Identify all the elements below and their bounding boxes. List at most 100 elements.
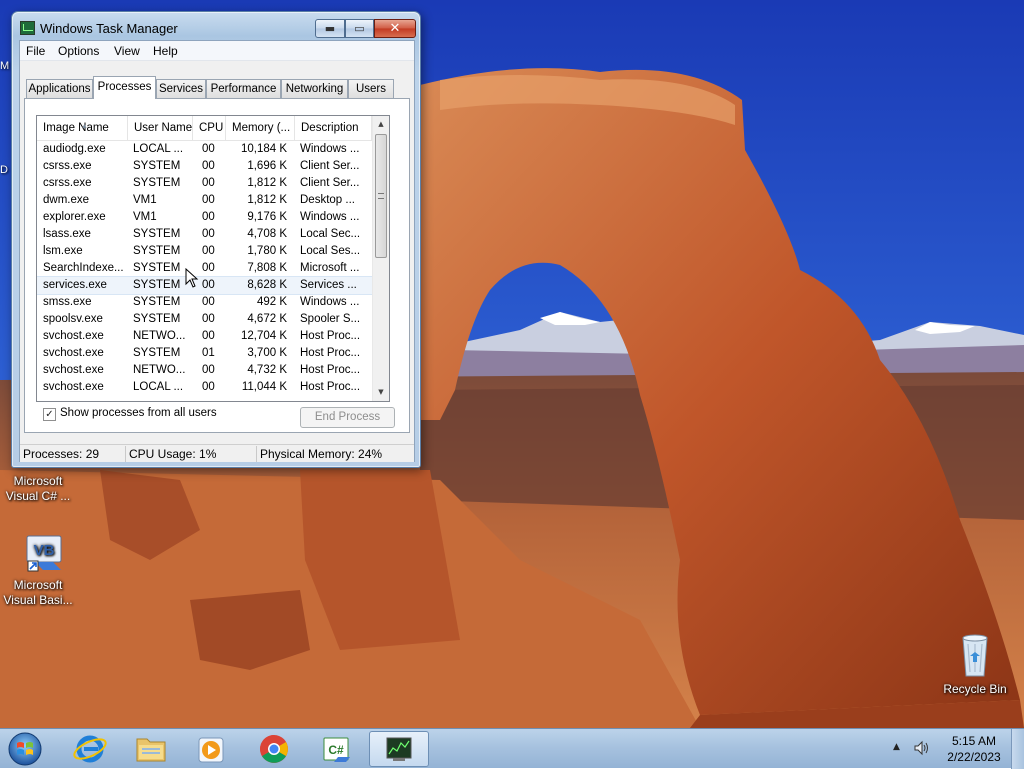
minimize-button[interactable]: ▬ <box>315 19 345 38</box>
menu-help[interactable]: Help <box>153 44 178 58</box>
column-header-label: Image Name <box>43 122 109 134</box>
cell-user-name: SYSTEM <box>133 279 181 291</box>
cell-description: Windows ... <box>300 211 360 223</box>
scroll-down-icon[interactable]: ▼ <box>373 384 389 400</box>
cell-user-name: SYSTEM <box>133 262 181 274</box>
cell-description: Desktop ... <box>300 194 355 206</box>
tab-services[interactable]: Services <box>156 79 206 98</box>
tab-processes[interactable]: Processes <box>93 76 156 99</box>
cell-description: Services ... <box>300 279 357 291</box>
status-bar: Processes: 29 CPU Usage: 1% Physical Mem… <box>20 444 414 462</box>
table-row[interactable]: spoolsv.exe SYSTEM 00 4,672 K Spooler S... <box>37 311 372 328</box>
table-row[interactable]: lsass.exe SYSTEM 00 4,708 K Local Sec... <box>37 226 372 243</box>
cell-description: Host Proc... <box>300 364 361 376</box>
table-row[interactable]: csrss.exe SYSTEM 00 1,812 K Client Ser... <box>37 175 372 192</box>
cell-image-name: SearchIndexe... <box>43 262 124 274</box>
cell-memory: 12,704 K <box>240 330 287 342</box>
table-row[interactable]: smss.exe SYSTEM 00 492 K Windows ... <box>37 294 372 311</box>
cell-user-name: NETWO... <box>133 364 186 376</box>
tab-performance[interactable]: Performance <box>206 79 281 98</box>
taskbar-task-manager[interactable] <box>369 731 429 767</box>
vb-icon-text: VB <box>34 542 55 559</box>
cell-cpu: 01 <box>202 347 215 359</box>
tab-applications[interactable]: Applications <box>26 79 93 98</box>
table-row[interactable]: svchost.exe SYSTEM 01 3,700 K Host Proc... <box>37 345 372 362</box>
clock-time[interactable]: 5:15 AM <box>948 734 1000 748</box>
column-header-label: Memory (... <box>232 122 291 134</box>
table-row[interactable]: services.exe SYSTEM 00 8,628 K Services ... <box>37 276 373 295</box>
tab-users[interactable]: Users <box>348 79 394 98</box>
table-row[interactable]: svchost.exe NETWO... 00 12,704 K Host Proc..… <box>37 328 372 345</box>
cell-cpu: 00 <box>202 313 215 325</box>
table-row[interactable]: dwm.exe VM1 00 1,812 K Desktop ... <box>37 192 372 209</box>
column-header-label: User Name <box>134 122 193 134</box>
table-row[interactable]: svchost.exe LOCAL ... 00 11,044 K Host Proc.… <box>37 379 372 396</box>
cell-memory: 1,812 K <box>247 177 287 189</box>
cell-description: Host Proc... <box>300 330 361 342</box>
show-all-users-checkbox[interactable]: ✓ <box>43 408 56 421</box>
table-row[interactable]: SearchIndexe... SYSTEM 00 7,808 K Microsoft … <box>37 260 372 277</box>
close-button[interactable]: ✕ <box>374 19 416 38</box>
show-desktop-button[interactable] <box>1011 729 1024 769</box>
scrollbar-thumb[interactable] <box>375 134 387 258</box>
volume-icon[interactable] <box>913 740 931 756</box>
cell-cpu: 00 <box>202 194 215 206</box>
cell-memory: 3,700 K <box>247 347 287 359</box>
menu-bar: File Options View Help <box>20 41 414 61</box>
cell-user-name: NETWO... <box>133 330 186 342</box>
desktop-icon-visual-basic[interactable]: VB Microsoft Visual Basi... <box>0 534 76 608</box>
status-cpu-usage: CPU Usage: 1% <box>126 446 257 462</box>
task-manager-window[interactable]: Windows Task Manager ▬ ▭ ✕ File Options … <box>11 11 421 468</box>
desktop-edge-label: D <box>0 164 8 176</box>
table-row[interactable]: svchost.exe NETWO... 00 4,732 K Host Proc... <box>37 362 372 379</box>
cell-description: Windows ... <box>300 143 360 155</box>
column-header-cpu[interactable]: CPU <box>193 116 226 141</box>
scroll-up-icon[interactable]: ▲ <box>373 116 389 132</box>
table-row[interactable]: lsm.exe SYSTEM 00 1,780 K Local Ses... <box>37 243 372 260</box>
column-header-description[interactable]: Description <box>295 116 372 141</box>
cell-description: Client Ser... <box>300 160 360 172</box>
tab-networking[interactable]: Networking <box>281 79 348 98</box>
menu-view[interactable]: View <box>114 44 140 58</box>
taskbar-chrome[interactable] <box>246 731 302 767</box>
cell-image-name: lsm.exe <box>43 245 83 257</box>
column-header-label: CPU <box>199 122 224 134</box>
table-row[interactable]: audiodg.exe LOCAL ... 00 10,184 K Windows ..… <box>37 141 372 158</box>
table-row[interactable]: explorer.exe VM1 00 9,176 K Windows ... <box>37 209 372 226</box>
cell-user-name: SYSTEM <box>133 296 181 308</box>
end-process-button[interactable]: End Process <box>300 407 395 428</box>
start-button[interactable] <box>5 731 45 767</box>
minimize-icon: ▬ <box>324 22 336 35</box>
cell-cpu: 00 <box>202 262 215 274</box>
taskbar-internet-explorer[interactable] <box>62 731 118 767</box>
column-header-image-name[interactable]: ▲ Image Name <box>37 116 128 141</box>
clock-date[interactable]: 2/22/2023 <box>945 750 1003 764</box>
maximize-button[interactable]: ▭ <box>345 19 374 38</box>
process-list[interactable]: ▲ Image Name User Name CPU Memory (... D… <box>36 115 390 402</box>
desktop-edge-label: M <box>0 60 10 72</box>
cell-cpu: 00 <box>202 177 215 189</box>
desktop-icon-visual-csharp[interactable]: Microsoft Visual C# ... <box>0 474 76 504</box>
table-row[interactable]: csrss.exe SYSTEM 00 1,696 K Client Ser... <box>37 158 372 175</box>
csharp-icon-text: C# <box>328 743 344 757</box>
taskbar-visual-csharp[interactable]: C# <box>308 731 364 767</box>
show-hidden-icons-icon[interactable]: ▲ <box>893 742 900 752</box>
cell-user-name: SYSTEM <box>133 347 181 359</box>
desktop-icon-label: Microsoft <box>13 578 63 592</box>
vertical-scrollbar[interactable]: ▲ ▼ <box>372 116 389 401</box>
desktop-icon-recycle-bin[interactable]: Recycle Bin <box>937 632 1013 697</box>
taskbar-media-player[interactable] <box>183 731 239 767</box>
menu-file[interactable]: File <box>26 44 45 58</box>
task-manager-icon <box>20 21 35 35</box>
taskbar-file-explorer[interactable] <box>123 731 179 767</box>
cell-cpu: 00 <box>202 279 215 291</box>
taskbar: C# ▲ 5:15 AM 2/22/2023 <box>0 728 1024 769</box>
desktop-icon-label: Visual C# ... <box>5 489 71 503</box>
menu-options[interactable]: Options <box>58 44 99 58</box>
cell-image-name: svchost.exe <box>43 330 104 342</box>
chrome-icon <box>260 735 288 763</box>
column-header-user-name[interactable]: User Name <box>128 116 193 141</box>
column-header-memory[interactable]: Memory (... <box>226 116 295 141</box>
cell-user-name: VM1 <box>133 194 157 206</box>
status-processes: Processes: 29 <box>20 446 126 462</box>
